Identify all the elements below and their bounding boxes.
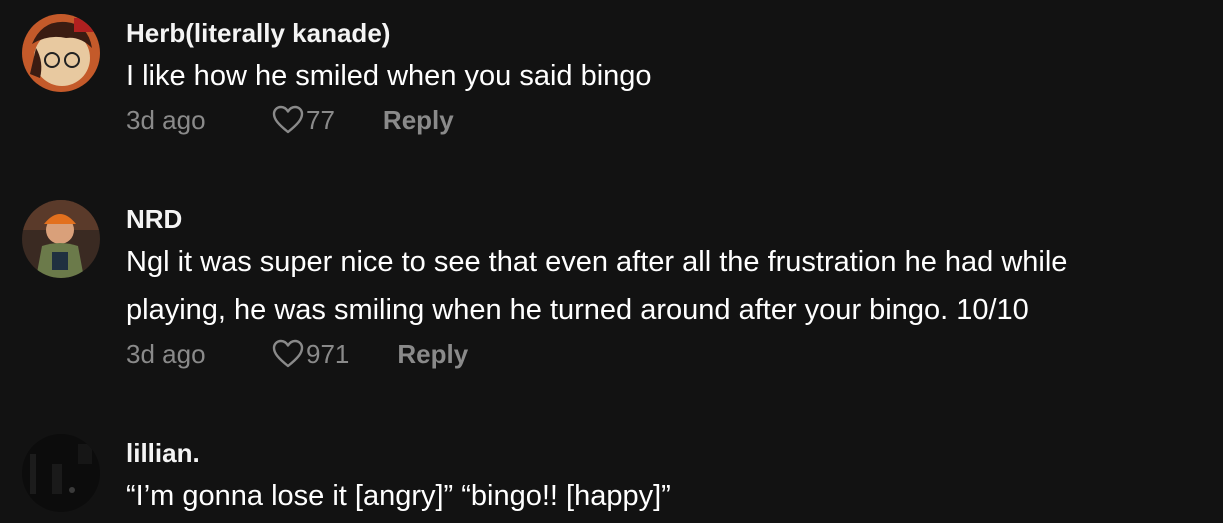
comment-text-line: “I’m gonna lose it [angry]” “bingo!! [ha… [126, 480, 671, 512]
heart-outline-icon [272, 339, 304, 368]
like-button[interactable]: 971 [272, 339, 397, 370]
like-count: 971 [306, 338, 350, 369]
heart-outline-icon [272, 105, 304, 134]
reply-button[interactable]: Reply [397, 339, 468, 370]
avatar[interactable] [22, 434, 100, 512]
comment-meta: 3d ago 77 Reply [126, 100, 1213, 140]
avatar[interactable] [22, 14, 100, 92]
like-count: 77 [306, 104, 335, 135]
comment-text: I like how he smiled when you said bingo [126, 52, 1213, 100]
comment-text-line: I like how he smiled when you said bingo [126, 60, 652, 92]
comment-timestamp: 3d ago [126, 104, 206, 135]
comment-text: Ngl it was super nice to see that even a… [126, 238, 1213, 334]
comment-username[interactable]: Herb(literally kanade) [126, 18, 1213, 48]
comment-text: “I’m gonna lose it [angry]” “bingo!! [ha… [126, 472, 1213, 520]
comment-timestamp: 3d ago [126, 338, 206, 369]
comment-username[interactable]: lillian. [126, 438, 1213, 468]
comment-text-line: playing, he was smiling when he turned a… [126, 294, 1029, 326]
comment-username[interactable]: NRD [126, 204, 1213, 234]
reply-button[interactable]: Reply [383, 105, 454, 136]
comment-meta: 3d ago 971 Reply [126, 334, 1213, 374]
comment-list: Herb(literally kanade) I like how he smi… [0, 0, 1223, 523]
like-button[interactable]: 77 [272, 105, 383, 136]
comment-text-line: Ngl it was super nice to see that even a… [126, 246, 1068, 278]
avatar[interactable] [22, 200, 100, 278]
